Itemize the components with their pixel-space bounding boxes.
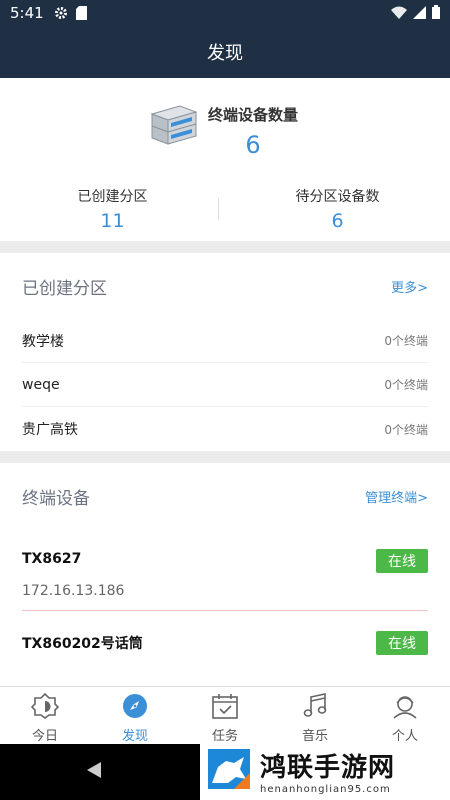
signal-icon	[413, 4, 426, 23]
music-icon	[302, 693, 328, 723]
bottom-tab-bar: 今日 发现 任务 音乐 个人	[0, 686, 450, 744]
zones-section-header: 已创建分区 更多>	[0, 253, 450, 319]
watermark-logo-icon	[204, 743, 254, 799]
list-item[interactable]: weqe 0个终端	[22, 363, 428, 407]
zone-terminal-count: 0个终端	[384, 422, 428, 437]
terminals-list: TX8627 在线 172.16.13.186 TX860202号话筒 在线	[0, 529, 450, 671]
watermark: 鸿联手游网 henanhonglian95.com	[200, 741, 450, 800]
page-title: 发现	[207, 43, 243, 64]
zone-name: 教学楼	[22, 333, 64, 350]
zone-name: weqe	[22, 376, 60, 393]
pending-devices-label: 待分区设备数	[295, 189, 380, 205]
terminal-ip: 172.16.13.186	[22, 583, 125, 599]
terminal-item[interactable]: TX860202号话筒 在线	[22, 611, 428, 671]
tab-profile[interactable]: 个人	[360, 687, 450, 744]
page-header: 发现	[0, 26, 450, 78]
created-zones-stat[interactable]: 已创建分区 11	[0, 186, 225, 232]
tab-today[interactable]: 今日	[0, 687, 90, 744]
terminal-name: TX860202号话筒	[22, 636, 143, 652]
zones-more-link[interactable]: 更多>	[391, 277, 428, 296]
device-count-block: 终端设备数量 6	[150, 104, 298, 159]
stats-divider	[218, 198, 219, 220]
sd-card-icon	[75, 6, 87, 20]
pending-devices-value: 6	[331, 210, 344, 232]
tab-music[interactable]: 音乐	[270, 687, 360, 744]
back-icon[interactable]	[86, 761, 102, 783]
wifi-icon	[391, 4, 407, 23]
manage-terminals-link[interactable]: 管理终端>	[365, 487, 428, 506]
tab-discover[interactable]: 发现	[90, 687, 180, 744]
watermark-title: 鸿联手游网	[260, 752, 396, 783]
status-time: 5:41	[10, 4, 44, 22]
terminals-section-header: 终端设备 管理终端>	[0, 463, 450, 529]
created-zones-label: 已创建分区	[77, 189, 148, 205]
calendar-icon	[211, 693, 239, 723]
zone-terminal-count: 0个终端	[384, 378, 428, 392]
terminals-section-title: 终端设备	[22, 488, 90, 509]
tab-tasks[interactable]: 任务	[180, 687, 270, 744]
online-status-badge: 在线	[376, 631, 428, 655]
online-status-badge: 在线	[376, 549, 428, 573]
zones-list: 教学楼 0个终端 weqe 0个终端 贵广高铁 0个终端	[0, 319, 450, 451]
summary-stats: 已创建分区 11 待分区设备数 6	[0, 186, 450, 232]
terminal-name: TX8627	[22, 551, 82, 567]
device-count-label: 终端设备数量	[208, 106, 299, 124]
tab-label: 发现	[121, 729, 148, 744]
sun-icon	[30, 692, 60, 723]
status-bar: 5:41	[0, 0, 450, 26]
list-item[interactable]: 教学楼 0个终端	[22, 319, 428, 363]
watermark-url: henanhonglian95.com	[260, 783, 391, 795]
gear-icon	[54, 6, 68, 20]
user-icon	[391, 693, 419, 723]
device-count-value: 6	[245, 131, 261, 159]
main-content[interactable]: 终端设备数量 6 已创建分区 11 待分区设备数 6 已创建分区 更多> 教学楼…	[0, 78, 450, 686]
section-separator	[0, 451, 450, 463]
section-separator	[0, 241, 450, 253]
battery-icon	[432, 4, 440, 23]
zones-section-title: 已创建分区	[22, 278, 107, 299]
terminal-item[interactable]: TX8627 在线 172.16.13.186	[22, 529, 428, 611]
zone-name: 贵广高铁	[22, 422, 78, 438]
server-icon	[150, 104, 198, 152]
created-zones-value: 11	[100, 210, 125, 232]
zone-terminal-count: 0个终端	[384, 334, 428, 348]
pending-devices-stat[interactable]: 待分区设备数 6	[225, 186, 450, 232]
tab-label: 今日	[31, 729, 58, 744]
compass-icon	[122, 693, 148, 723]
summary-panel: 终端设备数量 6 已创建分区 11 待分区设备数 6	[0, 78, 450, 241]
list-item[interactable]: 贵广高铁 0个终端	[22, 407, 428, 451]
